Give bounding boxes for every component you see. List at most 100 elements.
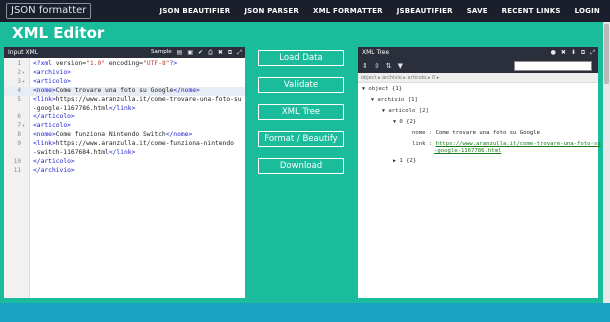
nav-recent-links[interactable]: RECENT LINKS <box>502 7 561 15</box>
xml-tree-panel: XML Tree ● ✖ ⬇ ⧉ ⤢ ⇕ ⇳ ⇅ ▼ object ▸ arch… <box>358 47 601 298</box>
code-text: <nome>Come trovare una foto su Google</n… <box>33 86 200 94</box>
fold-arrow-icon[interactable]: ▾ <box>22 78 25 87</box>
line-number: 2 <box>17 68 21 76</box>
validate-button[interactable]: Validate <box>258 77 344 93</box>
load-data-button[interactable]: Load Data <box>258 50 344 66</box>
line-number: 1 <box>17 60 21 67</box>
nav-login[interactable]: LOGIN <box>575 7 600 15</box>
tree-node-item-0[interactable]: ▼ 0 {2} <box>393 119 416 125</box>
code-line[interactable]: 2 ▾ <archivio> <box>4 69 245 78</box>
download-button[interactable]: Download <box>258 158 344 174</box>
tree-panel-header: XML Tree ● ✖ ⬇ ⧉ ⤢ <box>358 47 598 58</box>
code-text: <link>https://www.aranzulla.it/come-funz… <box>33 140 234 148</box>
nav-save[interactable]: SAVE <box>467 7 488 15</box>
tree-node-item-1[interactable]: ▶ 1 {2} <box>393 158 416 164</box>
nav-xml-formatter[interactable]: XML FORMATTER <box>313 7 383 15</box>
tree-search-input[interactable] <box>514 61 592 71</box>
pin-icon[interactable]: ● <box>551 47 556 58</box>
tree-toolbar: ⇕ ⇳ ⇅ ▼ <box>358 58 598 73</box>
code-text: <nome>Come funziona Nintendo Switch</nom… <box>33 131 193 139</box>
tree-node-archivio[interactable]: ▼ archivio [1] <box>371 97 418 103</box>
line-number: 9 <box>17 140 21 148</box>
close-icon[interactable]: ✖ <box>561 47 566 58</box>
code-line[interactable]: 1 <?xml version="1.0" encoding="UTF-8"?> <box>4 60 245 69</box>
code-text: <link>https://www.aranzulla.it/come-trov… <box>33 95 242 103</box>
line-number: 8 <box>17 131 21 139</box>
code-line[interactable]: 9 <link>https://www.aranzulla.it/come-fun… <box>4 140 245 149</box>
collapse-triangle-icon[interactable]: ▼ <box>393 119 396 125</box>
site-logo[interactable]: JSON formatter <box>6 3 92 19</box>
tree-field-nome[interactable]: nome : Come trovare una foto su Google <box>412 130 540 136</box>
code-line[interactable]: 10 </articolo> <box>4 158 245 167</box>
fold-arrow-icon[interactable]: ▾ <box>22 122 25 131</box>
code-text: <articolo> <box>33 122 71 130</box>
top-nav: JSON formatter JSON BEAUTIFIER JSON PARS… <box>0 0 610 22</box>
format-beautify-button[interactable]: Format / Beautify <box>258 131 344 147</box>
tree-header-tools: ● ✖ ⬇ ⧉ ⤢ <box>551 47 595 58</box>
line-number: 4 <box>17 86 21 94</box>
code-text: </archivio> <box>33 166 75 174</box>
expand-triangle-icon[interactable]: ▶ <box>393 158 396 164</box>
open-file-icon[interactable]: ▤ <box>177 47 183 58</box>
input-panel-header: Input XML Sample ▤ ▣ ✔ ⎙ ✖ ⧉ ⤢ <box>4 47 245 58</box>
input-panel-title: Input XML <box>8 49 39 56</box>
input-toolbar: Sample ▤ ▣ ✔ ⎙ ✖ ⧉ ⤢ <box>151 47 242 58</box>
line-number: 10 <box>13 157 21 165</box>
copy-icon[interactable]: ⧉ <box>228 47 232 58</box>
code-line[interactable]: 8 <nome>Come funziona Nintendo Switch</no… <box>4 131 245 140</box>
code-line[interactable]: 5 <link>https://www.aranzulla.it/come-tro… <box>4 96 245 105</box>
tree-field-link[interactable]: link : https://www.aranzulla.it/come-tro… <box>412 141 601 147</box>
print-icon[interactable]: ⎙ <box>208 47 213 58</box>
line-number: 11 <box>13 166 21 174</box>
bottom-banner <box>0 303 610 322</box>
code-line[interactable]: -google-1167786.html</link> <box>4 105 245 114</box>
clear-icon[interactable]: ✖ <box>218 47 223 58</box>
tree-node-articolo[interactable]: ▼ articolo [2] <box>382 108 429 114</box>
page-title: XML Editor <box>12 24 105 42</box>
line-number: 7 <box>17 122 21 130</box>
expand-all-icon[interactable]: ⇕ <box>362 62 368 70</box>
line-number: 5 <box>17 95 21 103</box>
fullscreen-icon[interactable]: ⤢ <box>237 47 242 58</box>
sample-button[interactable]: Sample <box>151 47 172 58</box>
tree-link-value[interactable]: https://www.aranzulla.it/come-trovare-un… <box>436 141 601 147</box>
code-line[interactable]: 11 </archivio> <box>4 167 245 176</box>
collapse-triangle-icon[interactable]: ▼ <box>371 97 374 103</box>
page-scrollbar-thumb[interactable] <box>604 24 609 84</box>
code-text: </articolo> <box>33 157 75 165</box>
xml-code-editor[interactable]: 1 <?xml version="1.0" encoding="UTF-8"?> 2… <box>4 58 245 298</box>
tree-panel-title: XML Tree <box>362 49 390 56</box>
fullscreen-icon[interactable]: ⤢ <box>590 47 595 58</box>
save-icon[interactable]: ▣ <box>187 47 193 58</box>
sort-icon[interactable]: ⇅ <box>386 62 392 70</box>
code-text: -switch-1167684.html</link> <box>33 149 136 156</box>
download-icon[interactable]: ⬇ <box>571 47 576 58</box>
collapse-triangle-icon[interactable]: ▼ <box>362 86 365 92</box>
code-text: </articolo> <box>33 113 75 121</box>
collapse-all-icon[interactable]: ⇳ <box>374 62 380 70</box>
nav-links: JSON BEAUTIFIER JSON PARSER XML FORMATTE… <box>160 0 600 22</box>
code-line[interactable]: 6 </articolo> <box>4 113 245 122</box>
input-xml-panel: Input XML Sample ▤ ▣ ✔ ⎙ ✖ ⧉ ⤢ 1 <?xml ve… <box>4 47 245 298</box>
check-icon[interactable]: ✔ <box>198 47 203 58</box>
code-line[interactable]: 3 ▾ <articolo> <box>4 78 245 87</box>
tree-breadcrumb[interactable]: object ▸ archivio ▸ articolo ▸ 0 ▸ <box>358 73 598 83</box>
code-line[interactable]: 7 ▾ <articolo> <box>4 122 245 131</box>
filter-icon[interactable]: ▼ <box>398 62 403 70</box>
xml-tree-button[interactable]: XML Tree <box>258 104 344 120</box>
xml-tree-view: ▼ object {1} ▼ archivio [1] ▼ articolo [… <box>358 83 601 298</box>
collapse-triangle-icon[interactable]: ▼ <box>382 108 385 114</box>
nav-json-beautifier[interactable]: JSON BEAUTIFIER <box>160 7 231 15</box>
code-text: -google-1167786.html</link> <box>33 104 136 112</box>
code-line[interactable]: 4 <nome>Come trovare una foto su Google</… <box>4 86 245 96</box>
nav-json-parser[interactable]: JSON PARSER <box>244 7 299 15</box>
fold-arrow-icon[interactable]: ▾ <box>22 69 25 78</box>
code-text: <articolo> <box>33 77 71 85</box>
tree-field-link-cont: -google-1167786.html <box>434 148 502 154</box>
line-number: 3 <box>17 77 21 85</box>
nav-jsbeautifier[interactable]: JSBEAUTIFIER <box>397 7 453 15</box>
copy-icon[interactable]: ⧉ <box>581 47 585 58</box>
code-line[interactable]: -switch-1167684.html</link> <box>4 149 245 158</box>
line-number: 6 <box>17 113 21 121</box>
tree-node-root[interactable]: ▼ object {1} <box>362 86 402 92</box>
